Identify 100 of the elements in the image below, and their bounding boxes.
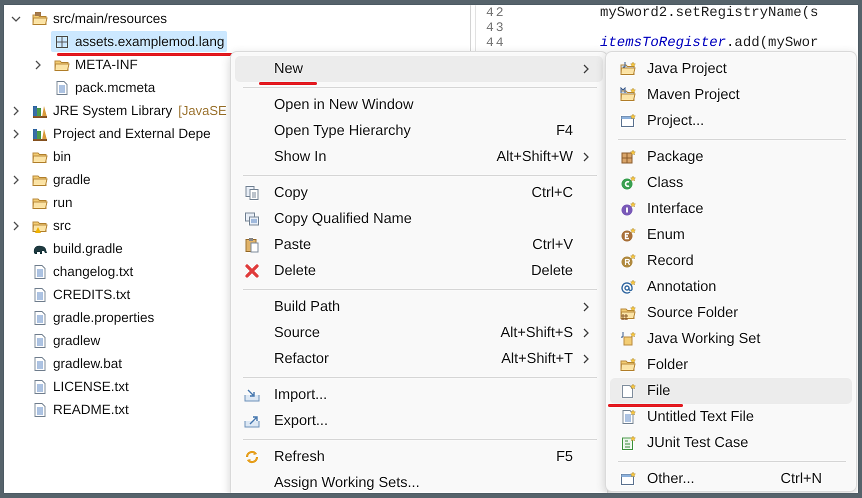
tree-item-label: run xyxy=(53,195,73,210)
menu-item[interactable]: Annotation xyxy=(610,274,852,300)
line-number: 44 xyxy=(486,35,507,50)
tree-item[interactable]: LICENSE.txt xyxy=(29,376,132,397)
copy-icon xyxy=(244,211,260,227)
text-file-icon xyxy=(32,310,48,326)
tree-item-label: README.txt xyxy=(53,402,129,417)
tree-item[interactable]: run xyxy=(29,192,76,213)
menu-item[interactable]: Source Folder xyxy=(610,300,852,326)
tree-item-label: src xyxy=(53,218,71,233)
tree-item-label: assets.examplemod.lang xyxy=(75,34,224,49)
text-file-icon xyxy=(32,356,48,372)
new-project-icon xyxy=(620,87,636,103)
text-file-icon xyxy=(32,402,48,418)
menu-item[interactable]: Refresh F5 xyxy=(235,444,603,470)
new-window-icon xyxy=(620,113,636,129)
menu-item[interactable]: Package xyxy=(610,144,852,170)
tree-item-label: build.gradle xyxy=(53,241,123,256)
text-file-icon xyxy=(54,80,70,96)
tree-item[interactable]: pack.mcmeta xyxy=(51,77,158,98)
new-working-set-icon xyxy=(620,331,636,347)
line-number: 42 xyxy=(486,5,507,20)
menu-item[interactable]: Source Alt+Shift+S xyxy=(235,320,603,346)
tree-item[interactable]: src/main/resources xyxy=(29,8,170,29)
new-project-icon xyxy=(620,61,636,77)
tree-item[interactable]: README.txt xyxy=(29,399,132,420)
menu-item[interactable]: New xyxy=(235,56,603,82)
menu-item[interactable]: Record xyxy=(610,248,852,274)
tree-item-label: pack.mcmeta xyxy=(75,80,156,95)
tree-item-label: src/main/resources xyxy=(53,11,168,26)
tree-item-label: LICENSE.txt xyxy=(53,379,129,394)
tree-item[interactable]: gradlew.bat xyxy=(29,353,126,374)
refresh-icon xyxy=(244,449,260,465)
new-annotation-icon xyxy=(620,279,636,295)
tree-item[interactable]: gradlew xyxy=(29,330,104,351)
new-folder-icon xyxy=(620,357,636,373)
text-file-icon xyxy=(32,264,48,280)
menu-item[interactable]: Project... xyxy=(610,108,852,134)
new-test-file-icon xyxy=(620,435,636,451)
tree-item[interactable]: gradle.properties xyxy=(29,307,158,328)
menu-item[interactable]: Refactor Alt+Shift+T xyxy=(235,346,603,372)
tree-item[interactable]: JRE System Library [JavaSE xyxy=(29,100,230,121)
tree-item[interactable]: Project and External Depe xyxy=(29,123,214,144)
tree-item-label: gradle xyxy=(53,172,91,187)
menu-item[interactable]: Assign Working Sets... xyxy=(235,470,603,493)
tree-item-label: bin xyxy=(53,149,72,164)
text-file-icon xyxy=(32,332,48,348)
line-number: 43 xyxy=(486,20,507,35)
menu-item[interactable]: Copy Ctrl+C xyxy=(235,180,603,206)
tree-item[interactable]: build.gradle xyxy=(29,238,126,259)
tree-item[interactable]: META-INF xyxy=(51,54,141,75)
code-line: itemsToRegister.add(mySwor xyxy=(600,34,818,50)
tree-item[interactable]: changelog.txt xyxy=(29,261,136,282)
menu-item[interactable]: Folder xyxy=(610,352,852,378)
code-line: mySword2.setRegistryName(s xyxy=(600,5,818,20)
menu-item[interactable]: File xyxy=(610,378,852,404)
menu-item[interactable]: Untitled Text File xyxy=(610,404,852,430)
tree-item[interactable]: CREDITS.txt xyxy=(29,284,134,305)
new-window-icon xyxy=(620,471,636,487)
menu-item[interactable]: Maven Project xyxy=(610,82,852,108)
tree-item-label: META-INF xyxy=(75,57,138,72)
text-file-icon xyxy=(32,378,48,394)
new-source-folder-icon xyxy=(620,305,636,321)
tree-item-label: gradlew.bat xyxy=(53,356,122,371)
menu-item[interactable]: Delete Delete xyxy=(235,258,603,284)
tree-item[interactable]: gradle xyxy=(29,169,94,190)
copy-icon xyxy=(244,185,260,201)
menu-item[interactable]: Interface xyxy=(610,196,852,222)
menu-item[interactable]: Copy Qualified Name xyxy=(235,206,603,232)
delete-icon xyxy=(244,263,260,279)
tree-item-label: JRE System Library xyxy=(53,103,172,118)
new-record-icon xyxy=(620,253,636,269)
menu-item[interactable]: Show In Alt+Shift+W xyxy=(235,144,603,170)
menu-item[interactable]: Import... xyxy=(235,382,603,408)
menu-item[interactable]: Other... Ctrl+N xyxy=(610,466,852,492)
text-file-icon xyxy=(32,286,48,302)
menu-item[interactable]: Paste Ctrl+V xyxy=(235,232,603,258)
menu-item[interactable]: Build Path xyxy=(235,294,603,320)
menu-item[interactable]: Java Project xyxy=(610,56,852,82)
package-icon xyxy=(54,34,70,50)
tree-item[interactable]: src xyxy=(29,215,74,236)
new-package-icon xyxy=(620,149,636,165)
menu-item[interactable]: Export... xyxy=(235,408,603,434)
tree-item-label: gradle.properties xyxy=(53,310,154,325)
menu-item[interactable]: JUnit Test Case xyxy=(610,430,852,456)
menu-item[interactable]: Class xyxy=(610,170,852,196)
menu-item[interactable]: Open Type Hierarchy F4 xyxy=(235,118,603,144)
menu-item[interactable]: Enum xyxy=(610,222,852,248)
import-icon xyxy=(244,387,260,403)
menu-item[interactable]: Open in New Window xyxy=(235,92,603,118)
tree-item-label: changelog.txt xyxy=(53,264,134,279)
new-enum-icon xyxy=(620,227,636,243)
tree-item-decoration: [JavaSE xyxy=(178,103,227,118)
clipboard-icon xyxy=(244,237,260,253)
new-class-icon xyxy=(620,175,636,191)
tree-item-label: gradlew xyxy=(53,333,100,348)
tree-item-label: CREDITS.txt xyxy=(53,287,130,302)
menu-item[interactable]: Java Working Set xyxy=(610,326,852,352)
tree-item[interactable]: bin xyxy=(29,146,74,167)
new-file-icon xyxy=(620,383,636,399)
